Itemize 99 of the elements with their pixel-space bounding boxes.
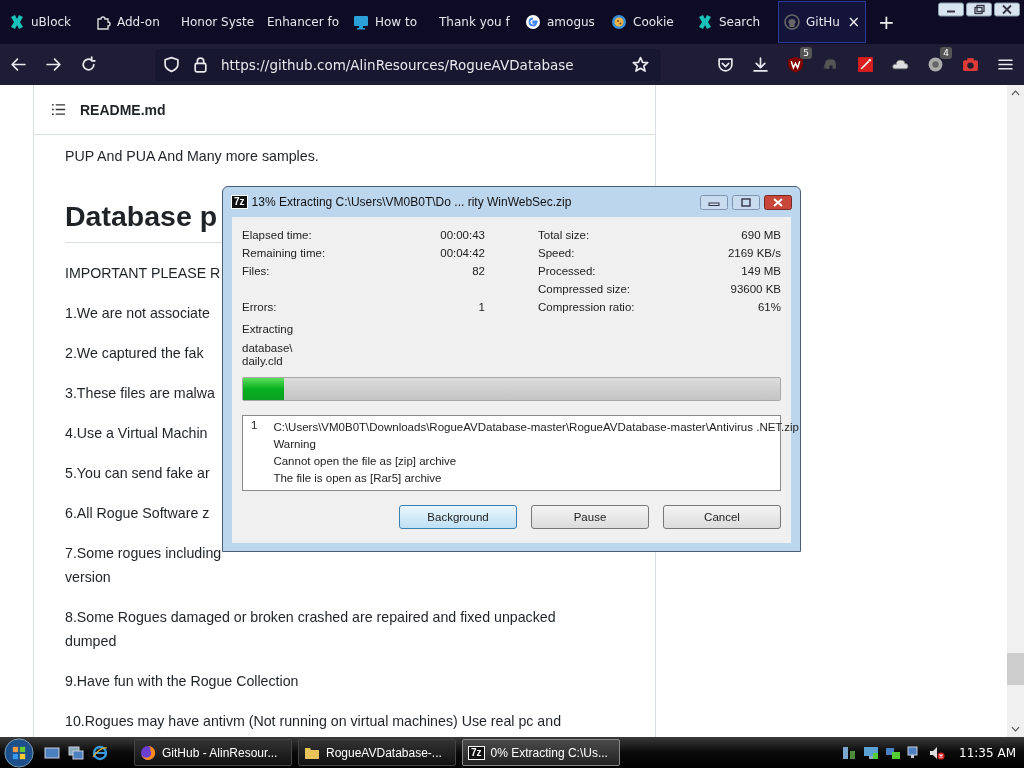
address-bar[interactable]: https://github.com/AlinResources/RogueAVDatabase <box>155 48 661 81</box>
browser-tab[interactable]: How to <box>348 3 434 41</box>
shield-icon[interactable] <box>163 56 180 73</box>
stat-value: 00:04:42 <box>440 247 485 259</box>
scrollbar[interactable] <box>1007 85 1024 737</box>
taskbar-button[interactable]: 7z 0% Extracting C:\Us... <box>462 739 620 766</box>
stat-value: 93600 KB <box>730 283 781 295</box>
browser-tab[interactable]: uBlock <box>4 3 90 41</box>
network-icon[interactable] <box>841 744 858 761</box>
cookie-icon <box>611 14 627 30</box>
paragraph: 6.All Rogue Software z <box>65 504 210 523</box>
stat-value: 61% <box>757 301 781 313</box>
stat-label: Total size: <box>538 229 590 241</box>
stat-value: 00:00:43 <box>440 229 485 241</box>
scrollbar-thumb[interactable] <box>1007 653 1024 685</box>
browser-tab[interactable]: GitHu × <box>778 1 866 43</box>
download-icon[interactable] <box>752 56 769 73</box>
paragraph: 9.Have fun with the Rogue Collection <box>65 672 299 691</box>
bookmark-star-icon[interactable] <box>632 56 649 73</box>
browser-e-icon[interactable] <box>92 744 108 761</box>
stat-label: Processed: <box>538 265 596 277</box>
message-text: Cannot open the file as [zip] archive <box>273 454 458 469</box>
window-title: 13% Extracting C:\Users\VM0B0T\Do ... rity WinWebSec.zip <box>251 195 572 209</box>
minimize-icon[interactable] <box>938 2 964 17</box>
readme-title: README.md <box>80 101 166 118</box>
reload-icon[interactable] <box>80 56 97 73</box>
paragraph: 2.We captured the fak <box>65 344 204 363</box>
start-button[interactable] <box>4 737 34 768</box>
scroll-up-icon[interactable] <box>1011 90 1020 96</box>
app-icon: 7z <box>231 195 248 209</box>
close-icon[interactable] <box>994 2 1020 17</box>
message-text: C:\Users\VM0B0T\Downloads\RogueAVDatabase-master\RogueAVDatabase-master\Antivirus .NET.zip <box>273 420 799 435</box>
stat-value: 1 <box>478 301 485 313</box>
dialog-button[interactable]: Background <box>399 505 517 529</box>
paragraph: 10.Rogues may have antivm (Not running on virtual machines) Use real pc and <box>65 712 562 731</box>
file-path: database\ daily.cld <box>242 342 294 368</box>
maximize-icon[interactable] <box>732 194 760 210</box>
paragraph: IMPORTANT PLEASE R <box>65 264 221 283</box>
taskbar-button[interactable]: GitHub - AlinResour... <box>134 739 292 766</box>
paragraph: 8.Some Rogues damaged or broken crashed are repaired and fixed unpacked dumped <box>65 608 556 651</box>
stat-label: Remaining time: <box>242 247 326 259</box>
stat-label: Errors: <box>242 301 277 313</box>
paragraph: 1.We are not associate <box>65 304 210 323</box>
shield-icon[interactable] <box>787 56 804 73</box>
count-badge: 5 <box>800 47 812 59</box>
desktop-icon[interactable] <box>44 744 60 761</box>
close-tab-button[interactable]: × <box>847 13 860 31</box>
message-number: 1 <box>251 419 258 433</box>
scroll-down-icon[interactable] <box>1011 726 1020 732</box>
camera-icon[interactable] <box>962 56 979 73</box>
minimize-icon[interactable] <box>700 194 728 210</box>
stat-value: 2169 KB/s <box>727 247 781 259</box>
paragraph: 5.You can send fake ar <box>65 464 210 483</box>
section-heading: Database p <box>65 184 218 242</box>
stat-value: 149 MB <box>741 265 781 277</box>
monitor-icon[interactable] <box>863 744 880 761</box>
message-text: Warning <box>273 437 317 452</box>
paragraph: 4.Use a Virtual Machin <box>65 424 208 443</box>
windows-switch-icon[interactable] <box>68 744 84 761</box>
browser-tab[interactable]: Search <box>692 3 778 41</box>
clock[interactable]: 11:35 AM <box>959 745 1016 760</box>
count-badge: 4 <box>940 47 952 59</box>
lock-icon[interactable] <box>192 56 209 73</box>
stat-label: Speed: <box>538 247 575 259</box>
pocket-icon[interactable] <box>717 56 734 73</box>
restore-icon[interactable] <box>966 2 992 17</box>
fox-globe-icon <box>140 744 156 761</box>
stat-value: 82 <box>472 265 485 277</box>
message-text: The file is open as [Rar5] archive <box>273 471 443 486</box>
stat-value: 690 MB <box>741 229 781 241</box>
status-text: Extracting <box>242 322 295 337</box>
stat-label: Elapsed time: <box>242 229 312 241</box>
google-icon <box>525 14 541 30</box>
wand-icon[interactable] <box>857 56 874 73</box>
github-icon <box>784 14 800 30</box>
paragraph: 3.These files are malwa <box>65 384 215 403</box>
browser-tab[interactable]: Thank you f <box>434 3 520 41</box>
taskbar-button[interactable]: RogueAVDatabase-... <box>298 739 456 766</box>
gear-icon[interactable] <box>927 56 944 73</box>
dialog-button[interactable]: Pause <box>531 505 649 529</box>
app-icon: 7z <box>468 745 485 760</box>
close-icon[interactable] <box>764 194 792 210</box>
dialog-button[interactable]: Cancel <box>663 505 781 529</box>
browser-tab[interactable]: Add-on <box>90 3 176 41</box>
browser-tab[interactable]: Enhancer fo <box>262 3 348 41</box>
stat-label: Compression ratio: <box>538 301 635 313</box>
stat-label: Files: <box>242 265 270 277</box>
back-icon[interactable] <box>10 56 27 73</box>
paragraph: 7.Some rogues including version <box>65 544 222 587</box>
menu-icon[interactable] <box>997 56 1014 73</box>
monitor-icon <box>353 14 369 30</box>
paragraph: PUP And PUA And Many more samples. <box>65 147 319 166</box>
list-icon[interactable] <box>51 102 66 117</box>
browser-tab[interactable]: amogus <box>520 3 606 41</box>
browser-tab[interactable]: Cookie <box>606 3 692 41</box>
stat-label: Compressed size: <box>538 283 631 295</box>
browser-tab[interactable]: Honor Syste <box>176 3 262 41</box>
forward-icon[interactable] <box>45 56 62 73</box>
new-tab-button[interactable]: + <box>878 10 895 34</box>
